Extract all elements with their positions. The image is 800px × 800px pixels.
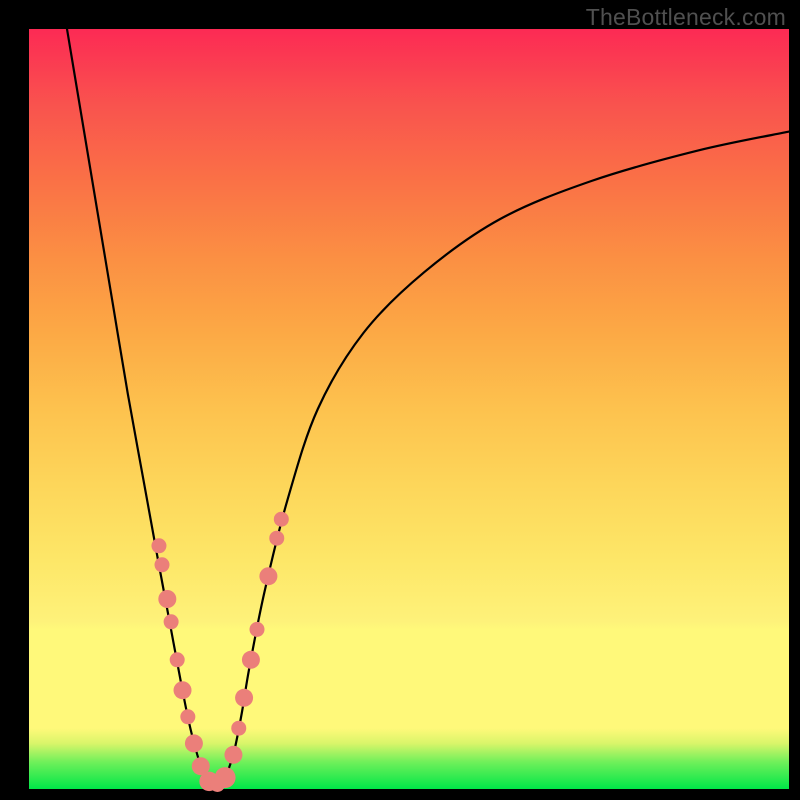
watermark-text: TheBottleneck.com bbox=[586, 4, 786, 31]
curve-marker bbox=[158, 590, 176, 608]
curve-marker bbox=[164, 614, 179, 629]
curve-marker bbox=[180, 709, 195, 724]
curve-marker bbox=[215, 767, 236, 788]
curve-marker bbox=[269, 531, 284, 546]
curve-marker bbox=[274, 512, 289, 527]
curve-marker bbox=[231, 721, 246, 736]
plot-area bbox=[29, 29, 789, 789]
curve-marker bbox=[155, 557, 170, 572]
curve-marker bbox=[250, 622, 265, 637]
bottleneck-curve bbox=[67, 29, 789, 787]
curve-marker bbox=[224, 746, 242, 764]
curve-markers bbox=[151, 512, 288, 792]
curve-marker bbox=[174, 681, 192, 699]
curve-marker bbox=[242, 651, 260, 669]
curve-marker bbox=[170, 652, 185, 667]
curve-marker bbox=[259, 567, 277, 585]
curve-marker bbox=[185, 734, 203, 752]
chart-frame: TheBottleneck.com bbox=[0, 0, 800, 800]
chart-svg bbox=[29, 29, 789, 789]
curve-marker bbox=[151, 538, 166, 553]
curve-marker bbox=[235, 689, 253, 707]
